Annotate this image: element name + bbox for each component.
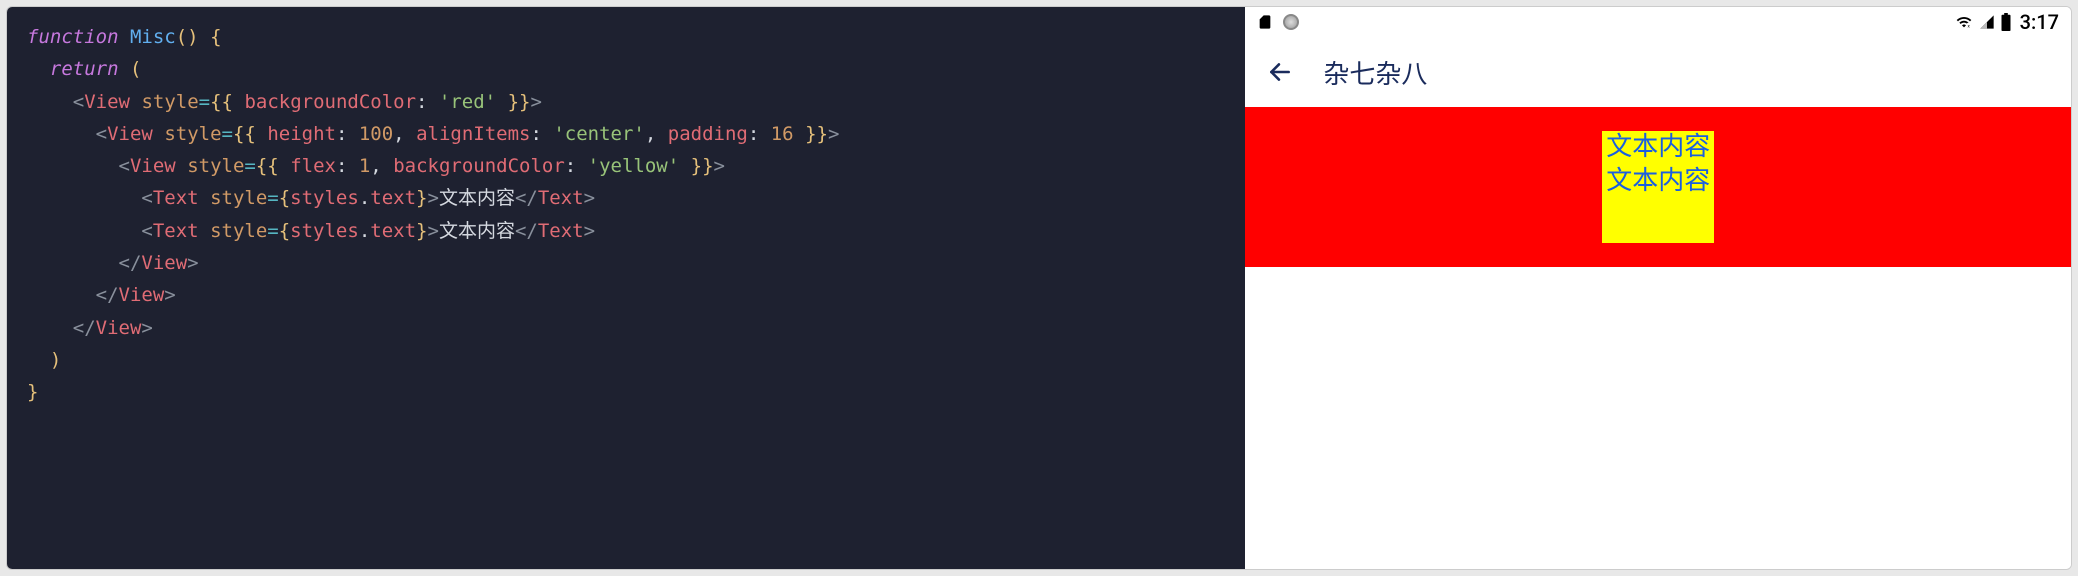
rendered-text-2: 文本内容 — [1606, 165, 1710, 199]
styles-obj: styles — [290, 187, 359, 209]
rendered-text-1: 文本内容 — [1606, 131, 1710, 165]
clock-time: 3:17 — [2020, 10, 2059, 34]
val-100: 100 — [359, 123, 393, 145]
val-red: 'red' — [439, 91, 496, 113]
jsx-tag-view-inner: View — [130, 155, 176, 177]
key-align: alignItems — [416, 123, 530, 145]
middle-view: 文本内容 文本内容 — [1245, 107, 2071, 267]
render-area: 文本内容 文本内容 — [1245, 107, 2071, 569]
function-name: Misc — [130, 26, 176, 48]
signal-icon — [1978, 14, 1996, 30]
key-bg: backgroundColor — [244, 91, 416, 113]
wifi-icon: x — [1954, 14, 1974, 30]
jsx-tag-view-middle: View — [107, 123, 153, 145]
styles-text: text — [370, 187, 416, 209]
val-yellow: 'yellow' — [588, 155, 680, 177]
back-arrow-icon[interactable] — [1267, 59, 1293, 85]
jsx-tag-text-2: Text — [153, 220, 199, 242]
inner-yellow-view: 文本内容 文本内容 — [1602, 131, 1714, 243]
text-literal-1: 文本内容 — [439, 187, 515, 209]
val-16: 16 — [771, 123, 794, 145]
text-literal-2: 文本内容 — [439, 220, 515, 242]
outer-red-view: 文本内容 文本内容 — [1245, 107, 2071, 267]
status-right: x 3:17 — [1954, 10, 2059, 34]
jsx-tag-view-outer: View — [84, 91, 130, 113]
status-bar: x 3:17 — [1245, 7, 2071, 37]
jsx-tag-text-1: Text — [153, 187, 199, 209]
keyword-function: function — [27, 26, 119, 48]
status-left — [1257, 13, 1299, 31]
phone-preview-pane: x 3:17 杂七杂八 文本内容 文本内容 — [1245, 7, 2071, 569]
key-padding: padding — [668, 123, 748, 145]
page-title: 杂七杂八 — [1323, 54, 1427, 91]
app-bar: 杂七杂八 — [1245, 37, 2071, 107]
split-view-frame: function Misc() { return ( <View style={… — [6, 6, 2072, 570]
code-editor-pane: function Misc() { return ( <View style={… — [7, 7, 1245, 569]
keyword-return: return — [50, 58, 119, 80]
key-height: height — [267, 123, 336, 145]
battery-icon — [2000, 13, 2012, 31]
attr-style: style — [141, 91, 198, 113]
sd-card-icon — [1257, 13, 1273, 31]
val-center: 'center' — [553, 123, 645, 145]
key-flex: flex — [290, 155, 336, 177]
val-1: 1 — [359, 155, 370, 177]
loading-icon — [1283, 14, 1299, 30]
